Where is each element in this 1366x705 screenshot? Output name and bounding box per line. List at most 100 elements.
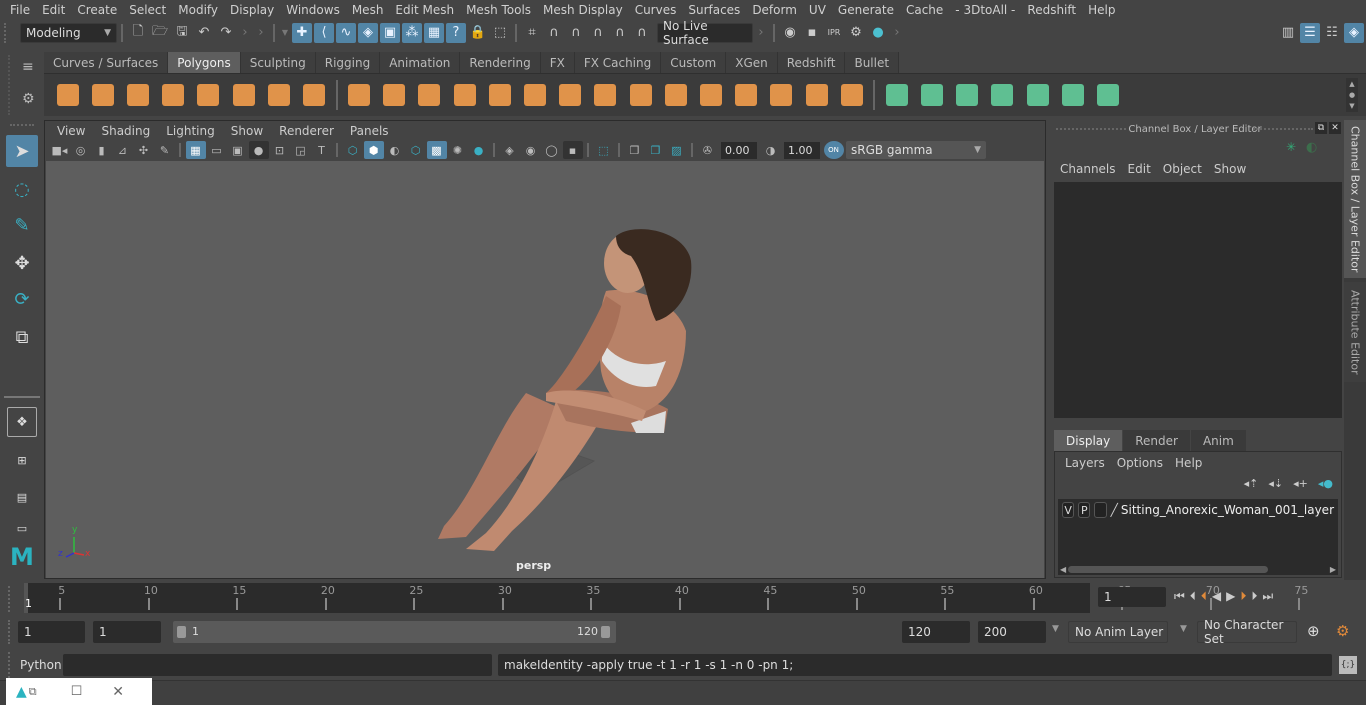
timeline-grip[interactable] bbox=[8, 586, 10, 612]
select-deformers-icon[interactable]: ▣ bbox=[380, 22, 400, 43]
viewport-menu-panels[interactable]: Panels bbox=[342, 124, 397, 138]
smooth-shade-icon[interactable]: ⬢ bbox=[363, 141, 384, 159]
anim-layer-dropdown[interactable]: No Anim Layer bbox=[1068, 621, 1168, 643]
panel-grip[interactable] bbox=[1253, 128, 1313, 130]
channel-box-toggle-icon[interactable]: ◈ bbox=[1344, 22, 1364, 43]
viewport-menu-renderer[interactable]: Renderer bbox=[271, 124, 342, 138]
channel-box-menu-edit[interactable]: Edit bbox=[1122, 162, 1157, 176]
exposure-field[interactable]: 0.00 bbox=[721, 141, 757, 159]
menu-display[interactable]: Display bbox=[224, 3, 280, 17]
range-start-handle[interactable] bbox=[177, 626, 186, 638]
scale-tool-icon[interactable]: ⧉ bbox=[6, 321, 38, 353]
save-scene-icon[interactable]: 🖫 bbox=[172, 23, 192, 43]
command-input[interactable] bbox=[63, 654, 492, 676]
2d-pan-zoom-icon[interactable]: ✣ bbox=[134, 141, 154, 159]
step-back-frame-icon[interactable]: ⏴ bbox=[1190, 589, 1196, 604]
menu-mesh-display[interactable]: Mesh Display bbox=[537, 3, 629, 17]
dropdown-arrow-icon[interactable]: ▼ bbox=[280, 23, 290, 43]
snap-live-icon[interactable]: ∩ bbox=[610, 23, 630, 43]
shelf-menu-icon[interactable]: ≡ bbox=[22, 59, 34, 75]
poly-pyramid-icon[interactable] bbox=[264, 80, 294, 110]
camera-attributes-icon[interactable]: ◎ bbox=[71, 141, 91, 159]
layer-display-type-toggle[interactable] bbox=[1094, 502, 1107, 518]
restore-icon[interactable]: ⧉ bbox=[29, 685, 37, 699]
status-line-grip[interactable] bbox=[4, 22, 10, 43]
bridge-icon[interactable] bbox=[626, 80, 656, 110]
undo-icon[interactable]: ↶ bbox=[194, 23, 214, 43]
layer-tab-anim[interactable]: Anim bbox=[1190, 430, 1246, 451]
mode-selector[interactable]: Modeling ▼ bbox=[20, 22, 117, 43]
select-dynamics-icon[interactable]: ⁂ bbox=[402, 22, 422, 43]
live-surface-field[interactable]: No Live Surface bbox=[657, 19, 753, 47]
viewport-menu-lighting[interactable]: Lighting bbox=[158, 124, 223, 138]
view-transform-dropdown[interactable]: sRGB gamma ▼ bbox=[846, 141, 986, 159]
snap-view-plane-icon[interactable]: ∩ bbox=[588, 23, 608, 43]
menu-edit[interactable]: Edit bbox=[36, 3, 71, 17]
range-end-handle[interactable] bbox=[601, 626, 610, 638]
shadows-icon[interactable]: ● bbox=[469, 141, 489, 159]
grease-pencil-icon[interactable]: ✎ bbox=[155, 141, 175, 159]
gamma-field[interactable]: 1.00 bbox=[784, 141, 820, 159]
attribute-editor-toggle-icon[interactable]: ☰ bbox=[1300, 22, 1320, 43]
motion-blur-icon[interactable]: ◉ bbox=[521, 141, 541, 159]
menu-file[interactable]: File bbox=[4, 3, 36, 17]
persp-graph-layout-icon[interactable]: ▭ bbox=[6, 516, 38, 540]
shelf-scroll[interactable]: ▲ ● ▼ bbox=[1346, 78, 1358, 112]
menu-deform[interactable]: Deform bbox=[746, 3, 803, 17]
animation-preferences-icon[interactable]: ⚙ bbox=[1336, 622, 1349, 640]
shelf-tab-animation[interactable]: Animation bbox=[380, 52, 461, 73]
gamma-icon[interactable]: ◑ bbox=[761, 141, 781, 159]
manipulator-axes-icon[interactable]: ✳ bbox=[1286, 140, 1296, 154]
resolution-gate-icon[interactable]: ▣ bbox=[228, 141, 248, 159]
collapse-arrow-icon[interactable]: › bbox=[238, 23, 252, 43]
layer-row[interactable]: V P ╱ Sitting_Anorexic_Woman_001_layer bbox=[1058, 499, 1338, 521]
lasso-tool-icon[interactable]: ◌ bbox=[6, 173, 38, 205]
image-plane-icon[interactable]: ⊿ bbox=[113, 141, 133, 159]
render-view-icon[interactable]: ◉ bbox=[780, 23, 800, 43]
layer-menu-layers[interactable]: Layers bbox=[1059, 456, 1111, 470]
poly-sphere-icon[interactable] bbox=[53, 80, 83, 110]
menu-modify[interactable]: Modify bbox=[172, 3, 224, 17]
shelf-tab-bullet[interactable]: Bullet bbox=[845, 52, 900, 73]
quad-draw-icon[interactable] bbox=[802, 80, 832, 110]
scroll-up-icon[interactable]: ▲ bbox=[1349, 80, 1354, 88]
viewport-menu-shading[interactable]: Shading bbox=[93, 124, 158, 138]
layer-menu-help[interactable]: Help bbox=[1169, 456, 1208, 470]
snap-curve-icon[interactable]: ∩ bbox=[544, 23, 564, 43]
side-tab-channel-box[interactable]: Channel Box / Layer Editor bbox=[1344, 120, 1366, 278]
select-curves-icon[interactable]: ∿ bbox=[336, 22, 356, 43]
menu-edit-mesh[interactable]: Edit Mesh bbox=[389, 3, 460, 17]
menu-mesh-tools[interactable]: Mesh Tools bbox=[460, 3, 537, 17]
uv-editor-icon[interactable] bbox=[1058, 80, 1088, 110]
animation-end-field[interactable]: 200 bbox=[978, 621, 1046, 643]
new-scene-icon[interactable]: 🗋 bbox=[128, 23, 148, 43]
shelf-tab-fx[interactable]: FX bbox=[540, 52, 575, 73]
select-handles-icon[interactable]: ✚ bbox=[292, 22, 312, 43]
menu-help[interactable]: Help bbox=[1082, 3, 1121, 17]
menu-uv[interactable]: UV bbox=[803, 3, 832, 17]
menu-mesh[interactable]: Mesh bbox=[346, 3, 390, 17]
bevel-icon[interactable] bbox=[555, 80, 585, 110]
textured-icon[interactable]: ▩ bbox=[426, 141, 447, 159]
single-pane-layout-icon[interactable]: ❖ bbox=[7, 407, 37, 437]
depth-of-field-icon[interactable]: ▪ bbox=[562, 141, 583, 159]
paint-select-tool-icon[interactable]: ✎ bbox=[6, 209, 38, 241]
move-tool-icon[interactable]: ✥ bbox=[6, 247, 38, 279]
render-current-icon[interactable]: ▪ bbox=[802, 23, 822, 43]
menu-curves[interactable]: Curves bbox=[629, 3, 683, 17]
animation-start-field[interactable]: 1 bbox=[18, 621, 85, 643]
backface-culling-icon[interactable]: ▨ bbox=[667, 141, 687, 159]
new-layer-selected-icon[interactable]: ◂● bbox=[1318, 477, 1333, 490]
xray-icon[interactable]: ⬡ bbox=[406, 141, 426, 159]
collapse-arrow-icon[interactable]: › bbox=[754, 23, 768, 43]
tool-settings-toggle-icon[interactable]: ☷ bbox=[1322, 23, 1342, 43]
channel-box-menu-channels[interactable]: Channels bbox=[1054, 162, 1122, 176]
menu-generate[interactable]: Generate bbox=[832, 3, 900, 17]
spherical-uv-icon[interactable] bbox=[952, 80, 982, 110]
scrollbar-thumb[interactable] bbox=[1068, 565, 1269, 573]
chevron-down-icon[interactable]: ▼ bbox=[1180, 624, 1187, 634]
script-editor-icon[interactable]: {;} bbox=[1339, 656, 1357, 674]
rotate-tool-icon[interactable]: ⟳ bbox=[6, 283, 38, 315]
channel-box-menu-show[interactable]: Show bbox=[1208, 162, 1252, 176]
step-back-key-icon[interactable]: ⏴ bbox=[1201, 589, 1207, 604]
